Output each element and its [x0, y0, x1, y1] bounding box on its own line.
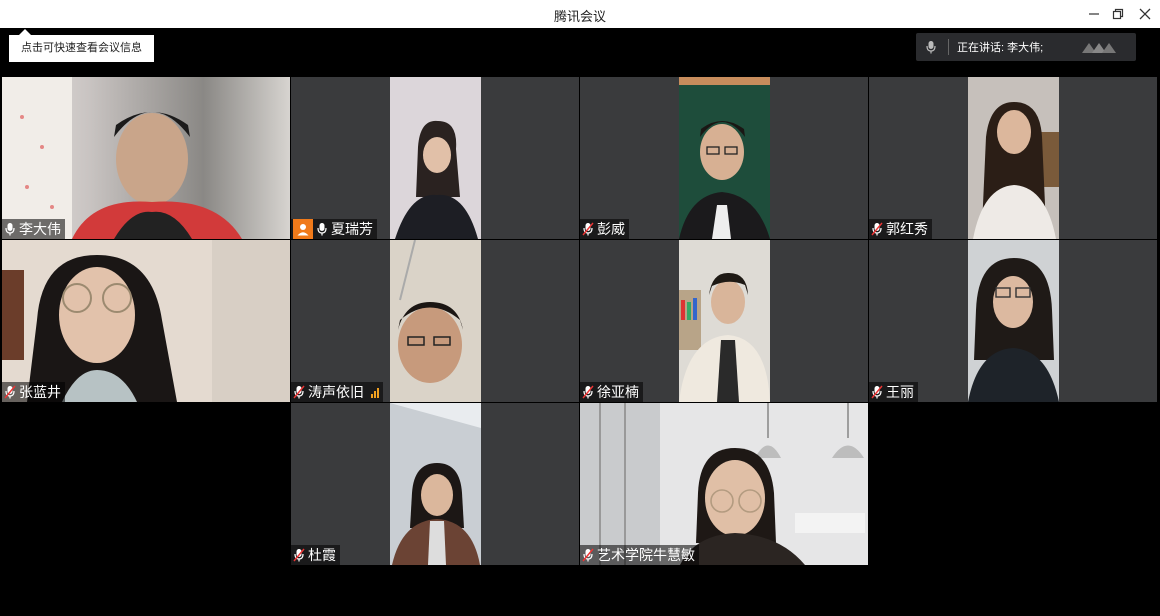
window-title: 腾讯会议 — [553, 9, 606, 24]
video-tile-6[interactable]: 涛声依旧 — [291, 240, 579, 402]
video-tile-10[interactable]: 艺术学院牛慧敏 — [580, 403, 868, 565]
participant-video — [580, 403, 868, 565]
mic-icon — [871, 385, 883, 399]
mic-icon — [926, 41, 936, 54]
participant-name-tag: 艺术学院牛慧敏 — [580, 545, 699, 565]
mic-icon — [293, 548, 305, 562]
speaking-text: 正在讲话: 李大伟; — [957, 42, 1044, 54]
participant-video — [390, 240, 481, 402]
participant-name: 郭红秀 — [886, 221, 928, 237]
participant-name-tag: 郭红秀 — [869, 219, 932, 239]
participant-name: 李大伟 — [19, 221, 61, 237]
video-tile-4[interactable]: 郭红秀 — [869, 77, 1157, 239]
participant-name: 王丽 — [886, 384, 914, 400]
participant-video — [2, 240, 290, 402]
participant-video — [679, 77, 770, 239]
video-stage: 李大伟 夏瑞芳 彭威 郭红秀 张蓝井 涛声依旧 徐亚楠 王丽 杜霞 艺术学院牛慧… — [0, 28, 1160, 616]
mic-icon — [582, 548, 594, 562]
participant-video — [679, 240, 770, 402]
divider — [948, 39, 949, 55]
participant-name-tag: 徐亚楠 — [580, 382, 643, 402]
close-icon[interactable] — [1134, 4, 1156, 24]
signal-icon — [371, 386, 379, 398]
title-bar: 腾讯会议 — [0, 0, 1160, 29]
video-tile-1[interactable]: 李大伟 — [2, 77, 290, 239]
participant-video — [968, 77, 1059, 239]
participant-video — [390, 403, 481, 565]
participant-name: 徐亚楠 — [597, 384, 639, 400]
mic-icon — [582, 385, 594, 399]
participant-name-tag: 张蓝井 — [2, 382, 65, 402]
participant-video — [2, 77, 290, 239]
participant-name: 杜霞 — [308, 547, 336, 563]
participant-name: 艺术学院牛慧敏 — [597, 547, 695, 563]
video-tile-5[interactable]: 张蓝井 — [2, 240, 290, 402]
mic-icon — [4, 385, 16, 399]
participant-name-tag: 夏瑞芳 — [291, 219, 377, 239]
participant-name-tag: 杜霞 — [291, 545, 340, 565]
participant-name-tag: 王丽 — [869, 382, 918, 402]
video-tile-3[interactable]: 彭威 — [580, 77, 868, 239]
mic-icon — [871, 222, 883, 236]
video-tile-8[interactable]: 王丽 — [869, 240, 1157, 402]
participant-name-tag: 彭威 — [580, 219, 629, 239]
participant-name-tag: 李大伟 — [2, 219, 65, 239]
user-icon — [293, 219, 313, 239]
mic-icon — [293, 385, 305, 399]
participant-name: 彭威 — [597, 221, 625, 237]
participant-name: 涛声依旧 — [308, 384, 364, 400]
mic-icon — [5, 223, 15, 236]
speaking-indicator: 正在讲话: 李大伟; — [916, 33, 1136, 61]
participant-video — [968, 240, 1059, 402]
meeting-info-tooltip[interactable]: 点击可快速查看会议信息 — [9, 29, 154, 62]
participant-name-tag: 涛声依旧 — [291, 382, 383, 402]
minimize-icon[interactable] — [1083, 4, 1105, 24]
restore-icon[interactable] — [1107, 4, 1129, 24]
mic-icon — [582, 222, 594, 236]
participant-name: 张蓝井 — [19, 384, 61, 400]
logo-icon — [1082, 43, 1116, 53]
video-tile-7[interactable]: 徐亚楠 — [580, 240, 868, 402]
participant-video — [390, 77, 481, 239]
participant-name: 夏瑞芳 — [331, 221, 373, 237]
video-tile-9[interactable]: 杜霞 — [291, 403, 579, 565]
mic-icon — [317, 223, 327, 236]
video-tile-2[interactable]: 夏瑞芳 — [291, 77, 579, 239]
